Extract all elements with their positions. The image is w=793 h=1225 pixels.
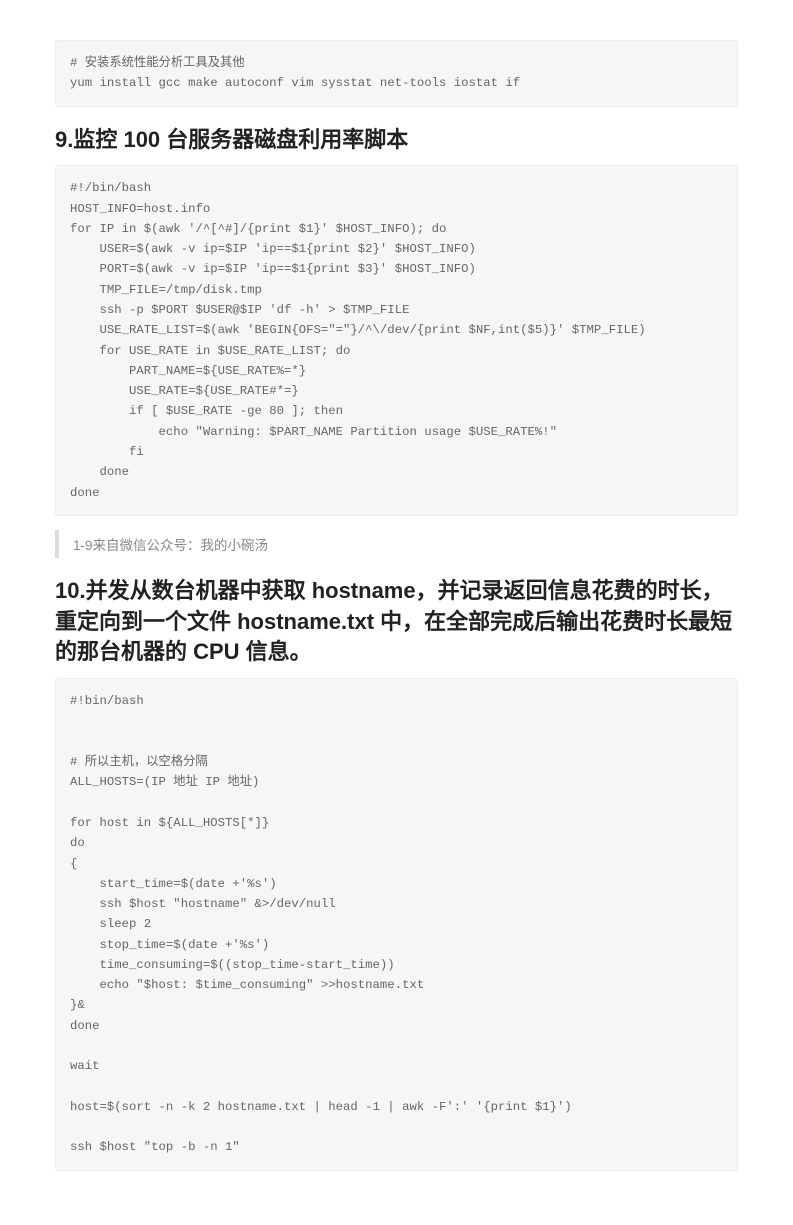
code-block-disk-monitor: #!/bin/bash HOST_INFO=host.info for IP i… [55,165,738,516]
code-block-install: # 安装系统性能分析工具及其他 yum install gcc make aut… [55,40,738,107]
heading-section-10: 10.并发从数台机器中获取 hostname，并记录返回信息花费的时长，重定向到… [55,576,738,668]
code-block-hostname-script: #!bin/bash # 所以主机，以空格分隔 ALL_HOSTS=(IP 地址… [55,678,738,1170]
source-blockquote: 1-9来自微信公众号：我的小碗汤 [55,530,738,558]
heading-section-9: 9.监控 100 台服务器磁盘利用率脚本 [55,125,738,156]
